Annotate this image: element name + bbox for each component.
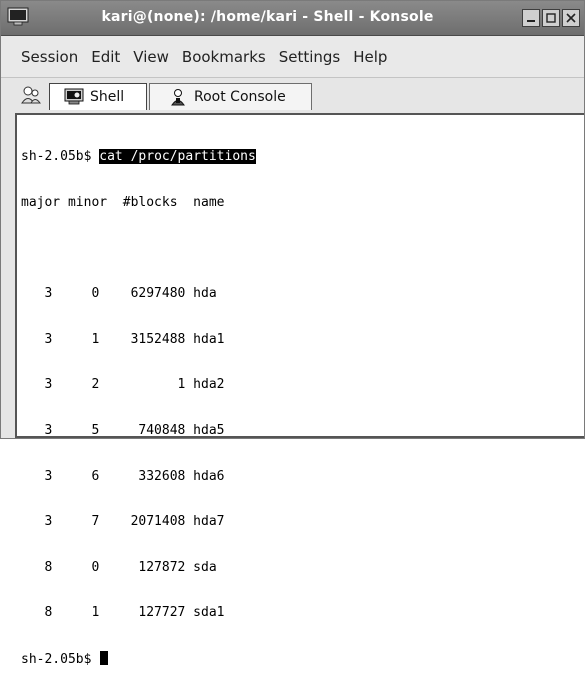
title-bar[interactable]: kari@(none): /home/kari - Shell - Konsol…: [1, 1, 584, 36]
selected-command: cat /proc/partitions: [99, 149, 256, 165]
terminal-icon: [64, 88, 84, 105]
tab-shell[interactable]: Shell: [49, 83, 147, 110]
konsole-window: kari@(none): /home/kari - Shell - Konsol…: [0, 0, 585, 667]
menu-view[interactable]: View: [133, 48, 169, 66]
output-row: 3 1 3152488 hda1: [21, 331, 225, 347]
menu-edit[interactable]: Edit: [91, 48, 120, 66]
window-controls: [522, 9, 580, 29]
terminal-view[interactable]: sh-2.05b$ cat /proc/partitions major min…: [15, 113, 584, 667]
window-title: kari@(none): /home/kari - Shell - Konsol…: [101, 9, 434, 25]
menu-settings[interactable]: Settings: [279, 48, 341, 66]
output-row: 3 5 740848 hda5: [21, 422, 225, 438]
konsole-app-icon[interactable]: [7, 7, 29, 27]
final-prompt-line: sh-2.05b$: [21, 650, 584, 667]
root-user-icon: [171, 89, 185, 106]
menu-bar: Session Edit View Bookmarks Settings Hel…: [1, 36, 584, 78]
output-row: 8 0 127872 sda: [21, 559, 217, 575]
tab-shell-label: Shell: [90, 89, 125, 105]
text-cursor: [100, 650, 109, 665]
output-row: 3 2 1 hda2: [21, 377, 225, 393]
minimize-icon: [527, 20, 535, 22]
maximize-icon: [546, 13, 556, 23]
output-row: 8 1 127727 sda1: [21, 605, 225, 621]
minimize-button[interactable]: [522, 9, 540, 27]
tab-root-console-label: Root Console: [194, 89, 286, 105]
menu-session[interactable]: Session: [21, 48, 78, 66]
output-header: major minor #blocks name: [21, 195, 225, 210]
terminal-output: sh-2.05b$ cat /proc/partitions major min…: [21, 119, 584, 667]
output-row: 3 7 2071408 hda7: [21, 514, 225, 530]
new-session-icon[interactable]: [21, 84, 41, 106]
tab-bar: Shell Root Console: [1, 79, 584, 113]
close-icon: [566, 13, 576, 23]
output-row: 3 0 6297480 hda: [21, 286, 217, 302]
maximize-button[interactable]: [542, 9, 560, 27]
menu-bookmarks[interactable]: Bookmarks: [182, 48, 266, 66]
output-row: 3 6 332608 hda6: [21, 468, 225, 484]
menu-help[interactable]: Help: [353, 48, 387, 66]
command-line: sh-2.05b$ cat /proc/partitions: [21, 149, 584, 165]
prompt: sh-2.05b$: [21, 149, 92, 165]
output-row: [21, 241, 584, 256]
tab-root-console[interactable]: Root Console: [149, 83, 312, 110]
prompt: sh-2.05b$: [21, 651, 92, 667]
close-button[interactable]: [562, 9, 580, 27]
